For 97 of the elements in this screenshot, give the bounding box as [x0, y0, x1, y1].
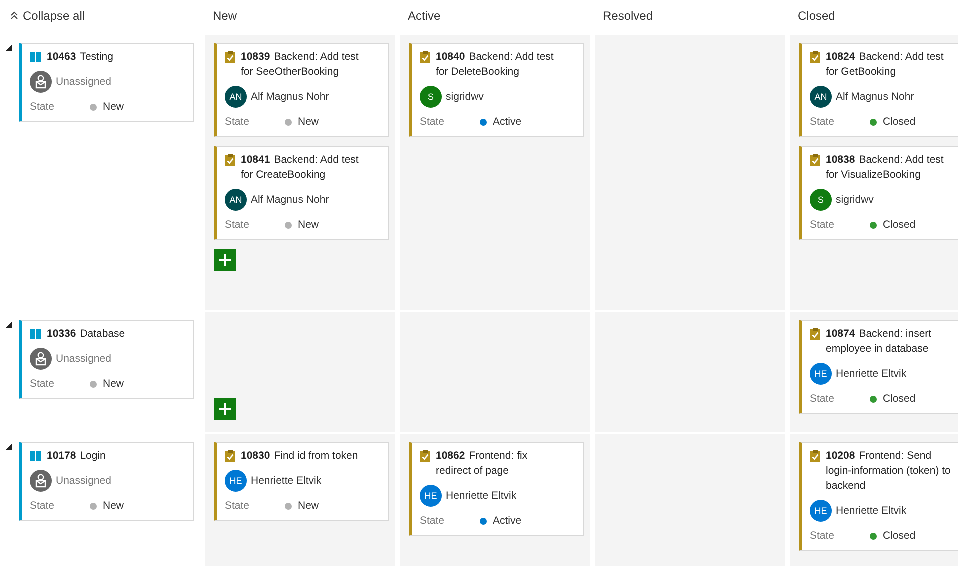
avatar: HE [420, 485, 442, 507]
add-button[interactable] [214, 398, 236, 420]
task-card[interactable]: 10838 Backend: Add test for VisualizeBooking S sigridwv State Closed [799, 146, 958, 240]
state-value: Closed [883, 116, 916, 128]
expanded-triangle-icon[interactable] [6, 45, 12, 51]
card-title: 10840 Backend: Add test for DeleteBooking [436, 50, 555, 80]
state-label: State [420, 515, 446, 527]
state-label: State [810, 393, 836, 405]
assignee-name: sigridwv [836, 194, 874, 206]
task-card[interactable]: 10839 Backend: Add test for SeeOtherBooking AN Alf Magnus Nohr State New [214, 43, 389, 137]
state-value: Closed [883, 219, 916, 231]
plus-icon [218, 402, 232, 416]
state-value: New [298, 116, 320, 128]
assignee-name: Alf Magnus Nohr [836, 91, 914, 103]
expanded-triangle-icon[interactable] [6, 322, 12, 328]
expanded-triangle-icon[interactable] [6, 444, 12, 450]
state-label: State [810, 116, 836, 128]
card-title: 10208 Frontend: Send login-information (token) to backend [826, 449, 952, 494]
task-card[interactable]: 10824 Backend: Add test for GetBooking AN Alf Magnus Nohr State Closed [799, 43, 958, 137]
clipboard-check-icon [420, 51, 431, 64]
state-value: New [298, 219, 320, 231]
task-card[interactable]: 10874 Backend: insert employee in database HE Henriette Eltvik State Closed [799, 320, 958, 414]
state-label: State [810, 219, 836, 231]
state-label: State [225, 500, 251, 512]
avatar: AN [225, 86, 247, 108]
unassigned-avatar-icon [30, 71, 52, 93]
avatar: HE [810, 363, 832, 385]
clipboard-check-icon [810, 51, 821, 64]
state-value: Active [493, 116, 522, 128]
clipboard-check-icon [420, 450, 431, 463]
avatar: S [810, 189, 832, 211]
column-header: New [213, 8, 238, 22]
double-chevron-up-icon [10, 11, 19, 20]
avatar: AN [225, 189, 247, 211]
state-value: New [103, 378, 124, 390]
state-label: State [30, 101, 56, 113]
card-title: 10336 Database [47, 327, 126, 342]
state-label: State [810, 530, 836, 542]
unassigned-avatar-icon [30, 348, 52, 370]
assignee-name: Henriette Eltvik [836, 505, 907, 517]
clipboard-check-icon [225, 51, 236, 64]
assignee-name: sigridwv [446, 91, 484, 103]
state-label: State [30, 500, 56, 512]
task-card[interactable]: 10840 Backend: Add test for DeleteBooking S sigridwv State Active [409, 43, 584, 137]
card-title: 10830 Find id from token [241, 449, 358, 464]
card-title: 10839 Backend: Add test for SeeOtherBooking [241, 50, 360, 80]
card-title: 10463 Testing [47, 50, 114, 65]
card-title: 10841 Backend: Add test for CreateBooking [241, 153, 360, 183]
card-title: 10178 Login [47, 449, 106, 464]
parent-card[interactable]: 10336 Database Unassigned State New [19, 320, 194, 399]
state-value: Closed [883, 393, 916, 405]
state-value: New [298, 500, 320, 512]
plus-icon [218, 253, 232, 267]
avatar: S [420, 86, 442, 108]
parent-card[interactable]: 10178 Login Unassigned State New [19, 442, 194, 521]
state-value: New [103, 500, 124, 512]
state-label: State [30, 378, 56, 390]
assignee-name: Alf Magnus Nohr [251, 194, 330, 206]
state-value: Active [493, 515, 522, 527]
state-label: State [225, 116, 251, 128]
unassigned-avatar-icon [30, 470, 52, 492]
book-icon [30, 450, 42, 462]
avatar: AN [810, 86, 832, 108]
clipboard-check-icon [810, 154, 821, 167]
state-value: Closed [883, 530, 916, 542]
assignee-name: Henriette Eltvik [836, 368, 907, 380]
card-title: 10824 Backend: Add test for GetBooking [826, 50, 945, 80]
assignee-name: Unassigned [56, 353, 112, 365]
task-card[interactable]: 10208 Frontend: Send login-information (token) to backend HE Henriette Eltvik State Closed [799, 442, 958, 551]
state-label: State [225, 219, 251, 231]
task-card[interactable]: 10830 Find id from token HE Henriette Eltvik State New [214, 442, 389, 521]
add-button[interactable] [214, 249, 236, 271]
card-title: 10862 Frontend: fix redirect of page [436, 449, 529, 479]
avatar: HE [810, 500, 832, 522]
column-header: Active [408, 8, 441, 22]
card-title: 10838 Backend: Add test for VisualizeBooking [826, 153, 945, 183]
clipboard-check-icon [810, 328, 821, 341]
state-value: New [103, 101, 124, 113]
assignee-name: Henriette Eltvik [446, 490, 517, 502]
assignee-name: Unassigned [56, 475, 112, 487]
book-icon [30, 51, 42, 63]
state-label: State [420, 116, 446, 128]
clipboard-check-icon [225, 154, 236, 167]
parent-card[interactable]: 10463 Testing Unassigned State New [19, 43, 194, 122]
card-title: 10874 Backend: insert employee in database [826, 327, 933, 357]
assignee-name: Unassigned [56, 76, 112, 88]
book-icon [30, 328, 42, 340]
assignee-name: Alf Magnus Nohr [251, 91, 330, 103]
avatar: HE [225, 470, 247, 492]
clipboard-check-icon [810, 450, 821, 463]
task-card[interactable]: 10862 Frontend: fix redirect of page HE Henriette Eltvik State Active [409, 442, 584, 536]
collapse-all-button[interactable]: Collapse all [8, 8, 86, 22]
assignee-name: Henriette Eltvik [251, 475, 322, 487]
task-card[interactable]: 10841 Backend: Add test for CreateBooking AN Alf Magnus Nohr State New [214, 146, 389, 240]
column-header: Closed [798, 8, 836, 22]
column-header: Resolved [603, 8, 654, 22]
clipboard-check-icon [225, 450, 236, 463]
